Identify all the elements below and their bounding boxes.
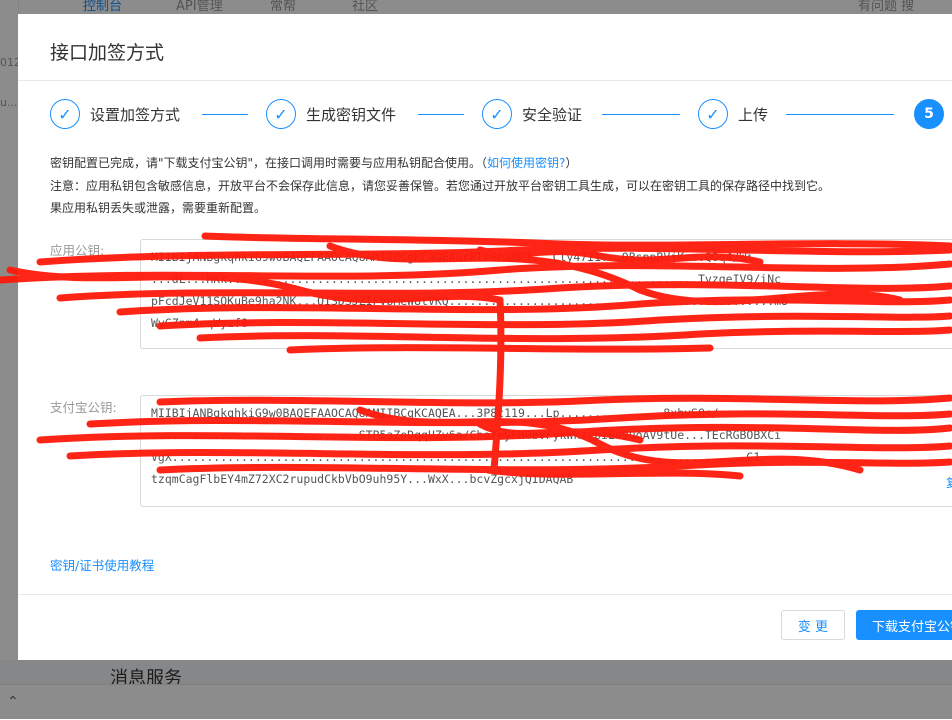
info-line-2: 注意：应用私钥包含敏感信息，开放平台不会保存此信息，请您妥善保管。若您通过开放平… — [50, 179, 831, 193]
key-tutorial-link[interactable]: 密钥/证书使用教程 — [50, 555, 154, 574]
info-text: ） — [565, 156, 578, 170]
step-connector — [602, 114, 680, 115]
step-1: ✓ 设置加签方式 — [50, 98, 180, 130]
key-line: ..............................STP5aZeDqq… — [151, 428, 782, 442]
step-connector — [202, 114, 248, 115]
step-connector — [786, 114, 894, 115]
footer-divider — [18, 594, 952, 595]
how-to-use-key-link[interactable]: 如何使用密钥? — [487, 156, 565, 170]
key-line: MIIBIjANBgkqhkiG9w0BAQEFAAOCAQ8AMIIBCgKC… — [151, 250, 754, 264]
key-line: VgX.....................................… — [151, 450, 761, 464]
sign-method-modal: 接口加签方式 ✓ 设置加签方式 ✓ 生成密钥文件 ✓ 安全验证 ✓ 上传 5 密… — [18, 14, 952, 660]
step-3: ✓ 安全验证 — [482, 98, 582, 130]
change-button[interactable]: 变 更 — [781, 610, 845, 640]
alipay-public-key-box: MIIBIjANBgkqhkiG9w0BAQEFAAOCAQ8AMIIBCgKC… — [140, 395, 952, 507]
step-4: ✓ 上传 — [698, 98, 768, 130]
title-divider — [18, 80, 952, 81]
key-line: ...dL...HKk.............................… — [151, 272, 782, 286]
key-line: pFcdJeV11SQKuBe9ha2NK...QI3DSJZIFVbMeW8t… — [151, 294, 788, 308]
check-icon: ✓ — [266, 99, 296, 129]
info-line-3: 果应用私钥丢失或泄露，需要重新配置。 — [50, 201, 267, 215]
info-text: 密钥配置已完成，请"下载支付宝公钥"，在接口调用时需要与应用私钥配合使用。（ — [50, 156, 488, 170]
copy-link[interactable]: 复 — [946, 474, 952, 491]
app-public-key-label: 应用公钥: — [50, 243, 105, 258]
step-number: 5 — [914, 99, 944, 129]
check-icon: ✓ — [50, 99, 80, 129]
step-2: ✓ 生成密钥文件 — [266, 98, 396, 130]
info-line-1: 密钥配置已完成，请"下载支付宝公钥"，在接口调用时需要与应用私钥配合使用。（如何… — [50, 154, 577, 171]
step-label: 上传 — [738, 105, 769, 124]
modal-title: 接口加签方式 — [50, 42, 165, 64]
key-line: WyGZnm4eqWyzf8 — [151, 316, 248, 330]
steps-bar: ✓ 设置加签方式 ✓ 生成密钥文件 ✓ 安全验证 ✓ 上传 5 — [50, 98, 952, 134]
download-alipay-public-key-button[interactable]: 下载支付宝公钥 — [856, 610, 952, 640]
check-icon: ✓ — [482, 99, 512, 129]
key-line: tzqmCagFlbEY4mZ72XC2rupudCkbVbO9uh95Y...… — [151, 472, 574, 486]
check-icon: ✓ — [698, 99, 728, 129]
step-label: 安全验证 — [522, 105, 583, 124]
step-5: 5 — [914, 98, 944, 130]
step-label: 设置加签方式 — [90, 105, 181, 124]
step-connector — [418, 114, 464, 115]
alipay-public-key-label: 支付宝公钥: — [50, 400, 117, 415]
key-line: MIIBIjANBgkqhkiG9w0BAQEFAAOCAQ8AMIIBCgKC… — [151, 406, 719, 420]
app-public-key-box: MIIBIjANBgkqhkiG9w0BAQEFAAOCAQ8AMIIBCgKC… — [140, 239, 952, 349]
step-label: 生成密钥文件 — [306, 105, 397, 124]
